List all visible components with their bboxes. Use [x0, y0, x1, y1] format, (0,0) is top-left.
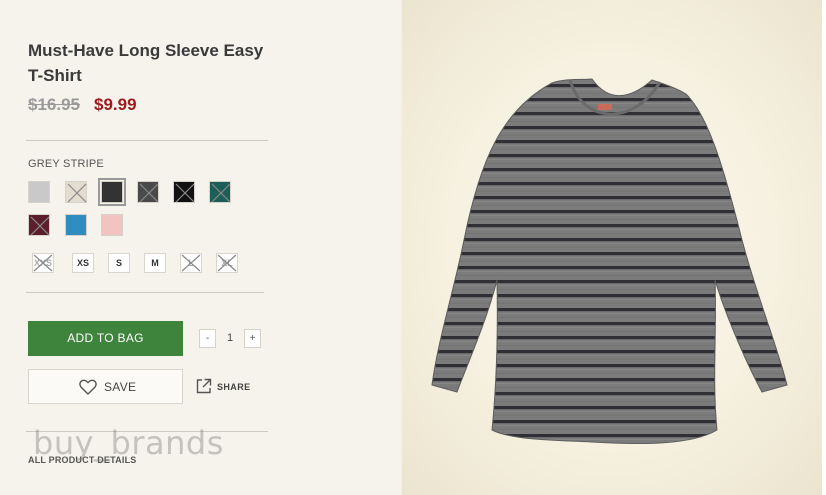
watermark: buy_brands: [33, 424, 224, 462]
size-option[interactable]: M: [144, 253, 166, 273]
unavailable-x-icon: [211, 183, 231, 203]
swatch-3[interactable]: [98, 178, 126, 206]
size-option[interactable]: XL: [216, 253, 238, 273]
swatch-7[interactable]: [28, 214, 50, 236]
size-label: XS: [76, 258, 89, 268]
size-option[interactable]: L: [180, 253, 202, 273]
divider: [26, 292, 264, 293]
swatch-9[interactable]: [101, 214, 123, 236]
swatch-4[interactable]: [137, 181, 159, 203]
size-option[interactable]: XXS: [32, 253, 54, 273]
swatch-2[interactable]: [65, 181, 87, 203]
product-image: [402, 0, 822, 495]
unavailable-x-icon: [217, 254, 237, 272]
size-label: M: [151, 258, 159, 268]
unavailable-x-icon: [181, 254, 201, 272]
heart-icon: [79, 379, 97, 395]
product-title: Must-Have Long Sleeve Easy T-Shirt: [28, 41, 264, 85]
size-option[interactable]: S: [108, 253, 130, 273]
quantity-increase-button[interactable]: +: [244, 329, 261, 348]
swatch-6[interactable]: [209, 181, 231, 203]
page-edge: [822, 0, 826, 495]
unavailable-x-icon: [139, 183, 159, 203]
swatch-5[interactable]: [173, 181, 195, 203]
unavailable-x-icon: [33, 254, 53, 272]
shirt-image: [431, 78, 788, 445]
unavailable-x-icon: [30, 216, 50, 236]
share-label: SHARE: [217, 382, 251, 392]
unavailable-x-icon: [175, 183, 195, 203]
sale-price: $9.99: [94, 95, 137, 114]
quantity-decrease-button[interactable]: -: [199, 329, 216, 348]
unavailable-x-icon: [67, 183, 87, 203]
divider: [26, 140, 268, 141]
swatch-8[interactable]: [65, 214, 87, 236]
original-price: $16.95: [28, 95, 80, 114]
swatch-1[interactable]: [28, 181, 50, 203]
share-icon: [196, 378, 212, 394]
save-button[interactable]: SAVE: [28, 369, 183, 404]
selected-color-label: GREY STRIPE: [28, 158, 104, 170]
size-label: S: [115, 258, 122, 268]
quantity-value[interactable]: 1: [222, 329, 238, 348]
save-label: SAVE: [104, 380, 137, 394]
product-info-panel: Must-Have Long Sleeve Easy T-Shirt $16.9…: [0, 0, 400, 495]
add-to-bag-button[interactable]: ADD TO BAG: [28, 321, 183, 356]
size-option[interactable]: XS: [72, 253, 94, 273]
